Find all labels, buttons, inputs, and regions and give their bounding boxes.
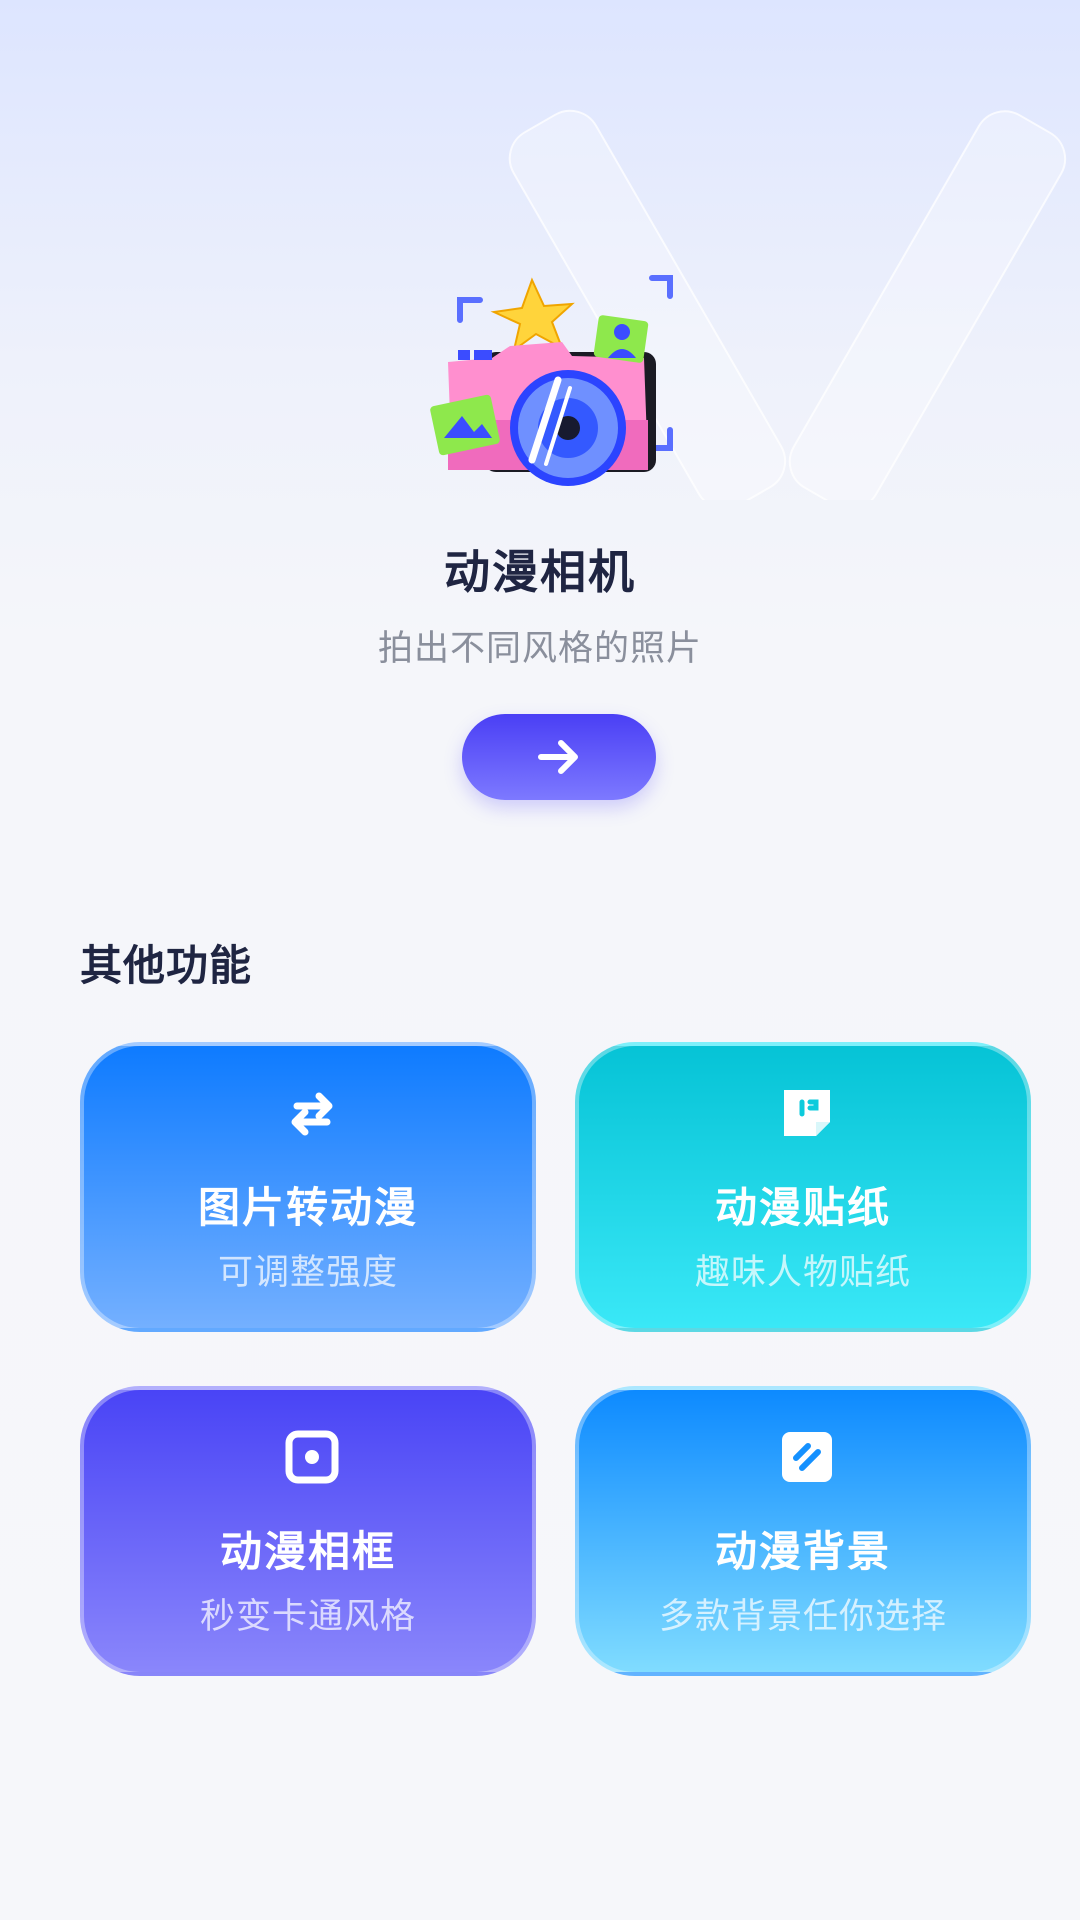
anime-frame-card[interactable]: 动漫相框 秒变卡通风格 [80, 1386, 536, 1676]
background-icon [782, 1432, 832, 1482]
section-title-other-features: 其他功能 [80, 941, 253, 990]
card-description: 秒变卡通风格 [199, 1597, 416, 1637]
card-title: 动漫相框 [219, 1527, 396, 1576]
anime-sticker-card[interactable]: 动漫贴纸 趣味人物贴纸 [575, 1042, 1031, 1332]
app-title: 动漫相机 [444, 545, 636, 599]
image-to-anime-card[interactable]: 图片转动漫 可调整强度 [80, 1042, 536, 1332]
card-description: 多款背景任你选择 [658, 1597, 947, 1637]
arrow-right-icon [538, 740, 578, 774]
start-camera-button[interactable] [462, 714, 656, 800]
sticker-icon [784, 1090, 830, 1136]
card-title: 动漫贴纸 [714, 1183, 891, 1232]
swap-arrows-icon [291, 1092, 333, 1136]
card-description: 趣味人物贴纸 [694, 1253, 911, 1293]
app-subtitle: 拍出不同风格的照片 [377, 629, 702, 669]
card-description: 可调整强度 [217, 1253, 398, 1293]
frame-icon [285, 1430, 339, 1484]
card-title: 动漫背景 [714, 1527, 891, 1576]
card-title: 图片转动漫 [197, 1183, 418, 1232]
anime-camera-illustration [430, 275, 673, 486]
anime-background-card[interactable]: 动漫背景 多款背景任你选择 [575, 1386, 1031, 1676]
